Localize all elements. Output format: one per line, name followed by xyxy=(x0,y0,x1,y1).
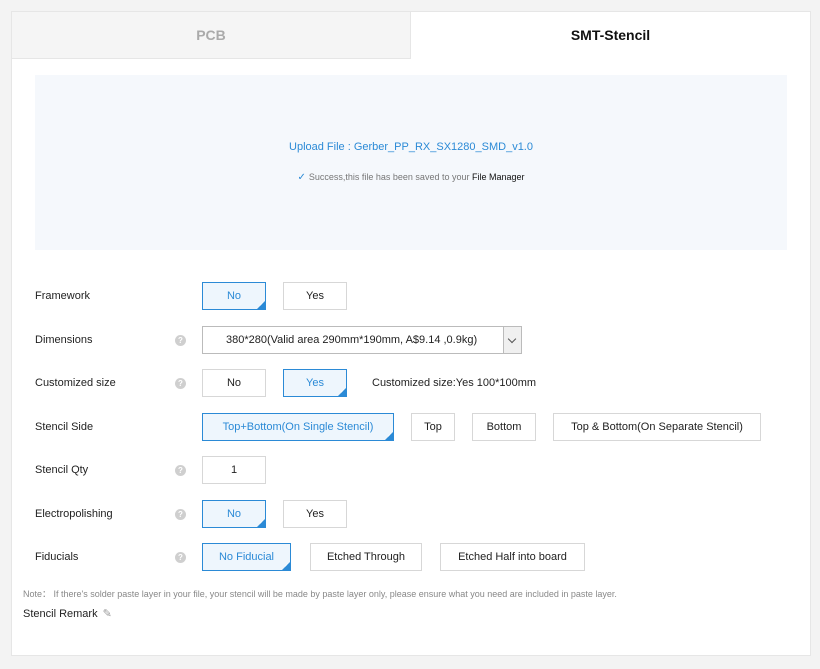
help-icon[interactable]: ? xyxy=(175,552,186,563)
electropolishing-row: Electropolishing ? No ✓ Yes xyxy=(35,500,795,528)
chevron-down-icon[interactable] xyxy=(503,327,521,353)
selected-check-icon: ✓ xyxy=(283,563,289,569)
electropolishing-option-yes[interactable]: Yes xyxy=(283,500,347,528)
tab-pcb[interactable]: PCB xyxy=(12,12,411,59)
paste-layer-note: Note： If there's solder paste layer in y… xyxy=(23,589,617,599)
tab-smt-stencil[interactable]: SMT-Stencil xyxy=(411,12,810,59)
dimensions-select[interactable]: 380*280(Valid area 290mm*190mm, A$9.14 ,… xyxy=(202,326,522,354)
option-label: No xyxy=(226,508,242,520)
option-label: No Fiducial xyxy=(218,551,275,563)
selected-check-icon: ✓ xyxy=(339,389,345,395)
framework-row: Framework No ✓ Yes xyxy=(35,282,795,310)
fiducials-option-none[interactable]: No Fiducial ✓ xyxy=(202,543,291,571)
stencil-side-option-top[interactable]: Top xyxy=(411,413,455,441)
customized-size-option-yes[interactable]: Yes ✓ xyxy=(283,369,347,397)
file-manager-link[interactable]: File Manager xyxy=(472,172,525,182)
upload-panel[interactable]: Upload File : Gerber_PP_RX_SX1280_SMD_v1… xyxy=(35,75,787,250)
stencil-remark-label: Stencil Remark xyxy=(23,608,98,620)
framework-label: Framework xyxy=(35,290,91,302)
upload-file-name: Upload File : Gerber_PP_RX_SX1280_SMD_v1… xyxy=(289,141,533,153)
stencil-qty-input[interactable]: 1 xyxy=(202,456,266,484)
upload-status: ✓ Success,this file has been saved to you… xyxy=(35,172,787,183)
stencil-side-row: Stencil Side Top+Bottom(On Single Stenci… xyxy=(35,413,795,441)
selected-check-icon: ✓ xyxy=(258,520,264,526)
fiducials-label: Fiducials xyxy=(35,551,79,563)
check-icon: ✓ xyxy=(297,172,306,183)
customized-size-row: Customized size ? No Yes ✓ Customized siz… xyxy=(35,369,795,397)
customized-size-option-no[interactable]: No xyxy=(202,369,266,397)
help-icon[interactable]: ? xyxy=(175,378,186,389)
selected-check-icon: ✓ xyxy=(258,302,264,308)
help-icon[interactable]: ? xyxy=(175,335,186,346)
help-icon[interactable]: ? xyxy=(175,465,186,476)
fiducials-option-etched-half[interactable]: Etched Half into board xyxy=(440,543,585,571)
electropolishing-label: Electropolishing xyxy=(35,508,113,520)
dimensions-row: Dimensions ? 380*280(Valid area 290mm*19… xyxy=(35,326,795,354)
dimensions-value: 380*280(Valid area 290mm*190mm, A$9.14 ,… xyxy=(226,334,478,346)
stencil-side-option-single[interactable]: Top+Bottom(On Single Stencil) ✓ xyxy=(202,413,394,441)
framework-option-no[interactable]: No ✓ xyxy=(202,282,266,310)
stencil-qty-row: Stencil Qty ? 1 xyxy=(35,456,795,484)
option-label: Yes xyxy=(306,377,324,389)
electropolishing-option-no[interactable]: No ✓ xyxy=(202,500,266,528)
upload-status-text: Success,this file has been saved to your xyxy=(308,172,470,182)
stencil-order-card: PCB SMT-Stencil Upload File : Gerber_PP_… xyxy=(11,11,811,656)
edit-pencil-icon[interactable]: ✎ xyxy=(103,607,112,621)
stencil-side-option-separate[interactable]: Top & Bottom(On Separate Stencil) xyxy=(553,413,761,441)
fiducials-option-etched-through[interactable]: Etched Through xyxy=(310,543,422,571)
dimensions-label: Dimensions xyxy=(35,334,93,346)
option-label: No xyxy=(226,290,242,302)
help-icon[interactable]: ? xyxy=(175,509,186,520)
stencil-remark: Stencil Remark ✎ xyxy=(23,607,112,621)
customized-size-summary: Customized size:Yes 100*100mm xyxy=(372,377,537,389)
customized-size-label: Customized size xyxy=(35,377,116,389)
fiducials-row: Fiducials ? No Fiducial ✓ Etched Through … xyxy=(35,543,795,571)
stencil-qty-label: Stencil Qty xyxy=(35,464,89,476)
option-label: Top+Bottom(On Single Stencil) xyxy=(222,421,374,433)
stencil-side-label: Stencil Side xyxy=(35,421,94,433)
stencil-side-option-bottom[interactable]: Bottom xyxy=(472,413,536,441)
framework-option-yes[interactable]: Yes xyxy=(283,282,347,310)
selected-check-icon: ✓ xyxy=(386,433,392,439)
tab-bar: PCB SMT-Stencil xyxy=(12,12,810,59)
